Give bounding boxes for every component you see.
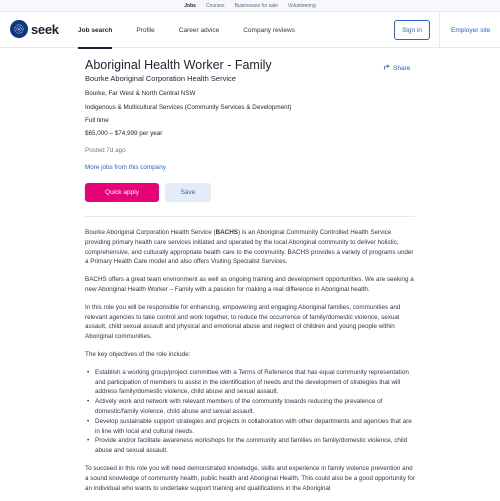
posted-date: Posted 7d ago [85,147,126,154]
job-location[interactable]: Bourke, Far West & North Central NSW [85,90,195,97]
job-salary: $65,000 – $74,999 per year [85,130,163,137]
job-title: Aboriginal Health Worker - Family [85,58,272,72]
objective-item: Provide and/or facilitate awareness work… [87,436,415,456]
job-description: Bourke Aboriginal Corporation Health Ser… [85,228,415,501]
job-work-type: Full time [85,117,109,124]
objective-item: Establish a working group/project commit… [87,368,415,397]
main-navbar: seek Job search Profile Career advice Co… [0,12,500,49]
nav-tab-company-reviews[interactable]: Company reviews [243,12,295,48]
description-text: Bourke Aboriginal Corporation Health Ser… [85,229,216,236]
company-name[interactable]: Bourke Aboriginal Corporation Health Ser… [85,74,236,83]
topbar-link-courses[interactable]: Courses [206,3,225,9]
description-paragraph: BACHS offers a great team environment as… [85,276,414,293]
top-utility-bar: Jobs Courses Businesses for sale Volunte… [0,0,500,12]
objective-item: Actively work and network with relevant … [87,397,415,417]
share-label: Share [393,65,411,72]
brand-name: seek [31,21,59,37]
objectives-list: Establish a working group/project commit… [85,368,415,456]
nav-divider [439,12,440,48]
save-button[interactable]: Save [165,183,211,202]
employer-site-link[interactable]: Employer site [451,12,490,48]
topbar-link-jobs[interactable]: Jobs [184,3,196,9]
description-paragraph: To succeed in this role you will need de… [85,464,415,492]
more-jobs-link[interactable]: More jobs from this company [85,164,166,171]
topbar-link-businesses-for-sale[interactable]: Businesses for sale [235,3,278,9]
share-icon [383,64,390,73]
description-bold-text: BACHS [215,229,238,236]
nav-tab-career-advice[interactable]: Career advice [179,12,219,48]
topbar-link-volunteering[interactable]: Volunteering [288,3,316,9]
sign-in-button[interactable]: Sign in [394,20,430,40]
seek-logo-icon [10,20,28,38]
description-paragraph: Bourke Aboriginal Corporation Health Ser… [85,228,415,267]
nav-tab-job-search[interactable]: Job search [78,12,113,49]
objective-item: Develop sustainable support strategies a… [87,417,415,437]
description-paragraph: In this role you will be responsible for… [85,303,401,341]
job-classification[interactable]: Indigenous & Multicultural Services (Com… [85,104,291,111]
nav-tab-profile[interactable]: Profile [136,12,154,48]
seek-logo[interactable]: seek [10,20,59,38]
description-paragraph: The key objectives of the role include: [85,350,191,358]
share-button[interactable]: Share [383,64,410,73]
primary-nav: Job search Profile Career advice Company… [78,12,319,49]
section-divider [85,216,415,217]
quick-apply-button[interactable]: Quick apply [85,183,159,202]
